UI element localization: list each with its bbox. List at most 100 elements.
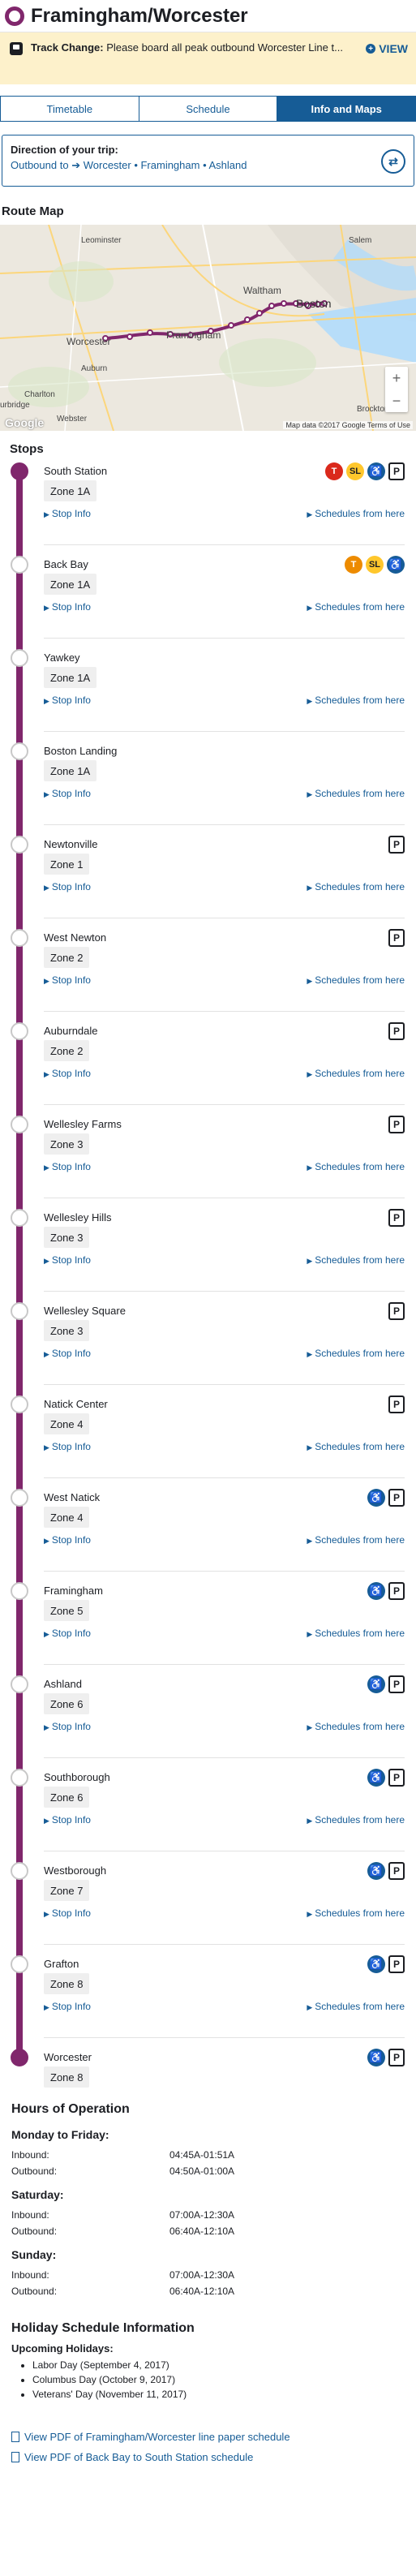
stop-links: ▶ Stop Info ▶ Schedules from here [44,1161,405,1172]
stop-marker-icon [11,1302,28,1320]
schedules-from-here-link[interactable]: ▶ Schedules from here [307,1534,405,1546]
caret-right-icon: ▶ [307,1630,313,1638]
stop-info-label: Stop Info [51,788,91,799]
schedules-from-here-link[interactable]: ▶ Schedules from here [307,881,405,892]
route-map[interactable]: Leominster Salem Waltham Boston Worceste… [0,225,416,431]
divider [44,824,405,825]
stop-info-label: Stop Info [51,601,91,613]
stop-name[interactable]: Wellesley Farms [44,1112,405,1133]
alert-text: Track Change: Please board all peak outb… [31,41,366,55]
stop-info-link[interactable]: ▶ Stop Info [44,695,91,706]
stop-name[interactable]: Worcester [44,2045,405,2066]
stop-marker-icon [11,649,28,667]
stop-name[interactable]: West Natick [44,1486,405,1507]
stop-info-label: Stop Info [51,1068,91,1079]
schedules-from-here-link[interactable]: ▶ Schedules from here [307,1161,405,1172]
parking-icon: P [388,929,405,947]
stop-info-link[interactable]: ▶ Stop Info [44,2001,91,2012]
stop-info-link[interactable]: ▶ Stop Info [44,1814,91,1826]
schedules-from-here-link[interactable]: ▶ Schedules from here [307,1628,405,1639]
hours-label: Outbound: [11,2286,58,2297]
stop-name[interactable]: Natick Center [44,1392,405,1413]
map-attribution[interactable]: Map data ©2017 Google Terms of Use [283,421,413,429]
tab-timetable[interactable]: Timetable [1,97,139,121]
divider [44,1477,405,1478]
zoom-in-button[interactable]: + [385,367,408,389]
stop-name[interactable]: Framingham [44,1579,405,1600]
schedules-from-here-link[interactable]: ▶ Schedules from here [307,1907,405,1919]
direction-value: Outbound to ➔ Worcester • Framingham • A… [11,159,405,172]
hours-row-inbound: Inbound: 07:00A-12:30A [11,2209,405,2221]
schedules-from-here-link[interactable]: ▶ Schedules from here [307,1068,405,1079]
hours-label: Outbound: [11,2226,58,2237]
schedules-from-here-link[interactable]: ▶ Schedules from here [307,974,405,986]
stop-info-link[interactable]: ▶ Stop Info [44,1907,91,1919]
stop-features: P [388,1116,405,1133]
stop-info-link[interactable]: ▶ Stop Info [44,788,91,799]
parking-icon: P [388,1769,405,1787]
schedules-from-here-link[interactable]: ▶ Schedules from here [307,508,405,519]
stop-links: ▶ Stop Info ▶ Schedules from here [44,1721,405,1732]
stop-item: West Natick Zone 4 ▶ Stop Info ▶ Schedules… [0,1486,416,1579]
stop-links: ▶ Stop Info ▶ Schedules from here [44,2001,405,2012]
caret-right-icon: ▶ [307,510,313,518]
pdf-link[interactable]: View PDF of Back Bay to South Station sc… [11,2451,405,2463]
stop-info-link[interactable]: ▶ Stop Info [44,601,91,613]
stop-name[interactable]: Yawkey [44,646,405,667]
schedules-from-here-link[interactable]: ▶ Schedules from here [307,601,405,613]
plus-icon: + [366,44,376,54]
stop-info-link[interactable]: ▶ Stop Info [44,1348,91,1359]
direction-selector[interactable]: Direction of your trip: Outbound to ➔ Wo… [2,135,414,187]
schedules-from-here-link[interactable]: ▶ Schedules from here [307,695,405,706]
stop-name[interactable]: Ashland [44,1672,405,1693]
schedules-from-here-link[interactable]: ▶ Schedules from here [307,1254,405,1266]
schedules-from-here-label: Schedules from here [315,1348,405,1359]
schedules-from-here-link[interactable]: ▶ Schedules from here [307,1814,405,1826]
accessible-icon: ♿ [367,462,385,480]
tab-info-and-maps[interactable]: Info and Maps [277,97,416,121]
stop-info-link[interactable]: ▶ Stop Info [44,1628,91,1639]
stop-name[interactable]: Wellesley Hills [44,1206,405,1227]
schedules-from-here-link[interactable]: ▶ Schedules from here [307,1348,405,1359]
silver-line-icon: SL [366,556,384,574]
stop-info-link[interactable]: ▶ Stop Info [44,974,91,986]
stop-item: West Newton Zone 2 ▶ Stop Info ▶ Schedules… [0,926,416,1019]
stop-info-link[interactable]: ▶ Stop Info [44,1161,91,1172]
stop-info-link[interactable]: ▶ Stop Info [44,1068,91,1079]
schedules-from-here-link[interactable]: ▶ Schedules from here [307,1441,405,1452]
direction-prefix: Outbound to [11,159,69,171]
alert-view-button[interactable]: + VIEW [366,42,408,55]
stop-item: Southborough Zone 6 ▶ Stop Info ▶ Schedule… [0,1765,416,1859]
tab-schedule[interactable]: Schedule [139,97,278,121]
stop-name[interactable]: Boston Landing [44,739,405,760]
schedules-from-here-link[interactable]: ▶ Schedules from here [307,2001,405,2012]
map-zoom-control[interactable]: + − [385,367,408,412]
stop-name[interactable]: Wellesley Square [44,1299,405,1320]
stop-info-link[interactable]: ▶ Stop Info [44,1254,91,1266]
stop-name[interactable]: Southborough [44,1765,405,1787]
stop-info-link[interactable]: ▶ Stop Info [44,1721,91,1732]
stop-name[interactable]: Westborough [44,1859,405,1880]
stop-features: P [388,929,405,947]
zoom-out-button[interactable]: − [385,389,408,412]
schedules-from-here-link[interactable]: ▶ Schedules from here [307,788,405,799]
holiday-title: Holiday Schedule Information [11,2321,195,2335]
stop-info-link[interactable]: ▶ Stop Info [44,1441,91,1452]
caret-right-icon: ▶ [307,1257,313,1265]
schedules-from-here-link[interactable]: ▶ Schedules from here [307,1721,405,1732]
schedules-from-here-label: Schedules from here [315,508,405,519]
stop-info-link[interactable]: ▶ Stop Info [44,881,91,892]
stop-name[interactable]: Grafton [44,1952,405,1973]
stop-item: Wellesley Hills Zone 3 ▶ Stop Info ▶ Sched… [0,1206,416,1299]
stop-name[interactable]: Newtonville [44,832,405,854]
pdf-link[interactable]: View PDF of Framingham/Worcester line pa… [11,2431,405,2443]
swap-direction-button[interactable]: ⇄ [381,149,405,174]
caret-right-icon: ▶ [44,1630,49,1638]
silver-line-icon: SL [346,462,364,480]
stop-info-link[interactable]: ▶ Stop Info [44,508,91,519]
stop-info-link[interactable]: ▶ Stop Info [44,1534,91,1546]
stop-name[interactable]: Auburndale [44,1019,405,1040]
parking-icon: P [388,2049,405,2066]
caret-right-icon: ▶ [307,1350,313,1358]
stop-name[interactable]: West Newton [44,926,405,947]
